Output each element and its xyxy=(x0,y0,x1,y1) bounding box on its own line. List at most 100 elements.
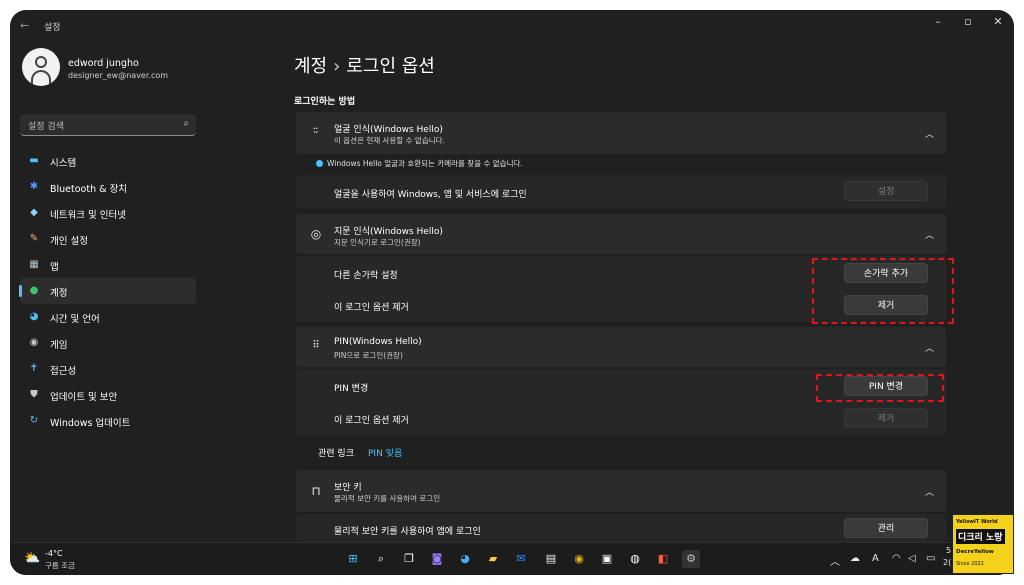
weather-temp: -4°C xyxy=(45,549,63,558)
usb-key-icon: ⊓ xyxy=(311,484,321,498)
watermark-line2: 디크리 노랑 xyxy=(956,529,1005,544)
main-content: 계정 › 로그인 옵션 로그인하는 방법 ᵕ̈ 얼굴 인식(Windows Hell… xyxy=(294,42,954,542)
pin-subtitle: PIN으로 로그인(권장) xyxy=(334,351,403,360)
chevron-up-icon[interactable]: ︿ xyxy=(830,553,840,568)
sidebar-item-label: 접근성 xyxy=(50,366,77,377)
wifi-icon: ◆ xyxy=(30,207,38,218)
sidebar-item[interactable]: ◆ 네트워크 및 인터넷 xyxy=(20,200,196,226)
sidebar-item[interactable]: ▬ 시스템 xyxy=(20,148,196,174)
partly-cloudy-icon: ⛅ xyxy=(24,551,41,566)
sidebar-item-label: 개인 설정 xyxy=(50,236,88,247)
clock-time[interactable]: 5 xyxy=(946,546,951,555)
breadcrumb-parent[interactable]: 계정 xyxy=(294,56,327,77)
edge-icon[interactable]: ◕ xyxy=(456,550,474,568)
volume-icon[interactable]: ◁ xyxy=(908,553,916,564)
pin-row1-label: PIN 변경 xyxy=(334,384,369,394)
forgot-pin-link[interactable]: PIN 잊음 xyxy=(368,449,402,459)
close-icon[interactable]: ✕ xyxy=(986,15,1010,28)
remove-pin-button[interactable]: 제거 xyxy=(844,408,928,428)
back-arrow-icon[interactable]: ← xyxy=(20,19,29,32)
office-icon[interactable]: ◧ xyxy=(654,550,672,568)
search-input[interactable]: 설정 검색 ⌕ xyxy=(20,114,196,136)
sidebar-item-label: 게임 xyxy=(50,340,68,351)
face-subtitle: 이 옵션은 현재 사용할 수 없습니다. xyxy=(334,136,445,145)
smile-face-icon: ᵕ̈ xyxy=(313,126,319,140)
settings-gear-icon[interactable]: ⚙ xyxy=(682,550,700,568)
sidebar-item-label: Bluetooth & 장치 xyxy=(50,184,128,195)
sidebar-item[interactable]: ▦ 앱 xyxy=(20,252,196,278)
breadcrumb-separator: › xyxy=(333,56,341,77)
face-setup-button[interactable]: 설정 xyxy=(844,181,928,201)
mail-icon[interactable]: ✉ xyxy=(512,550,530,568)
bluetooth-icon: ✱ xyxy=(29,181,39,192)
battery-icon[interactable]: ▭ xyxy=(926,553,935,564)
input-language[interactable]: A xyxy=(872,553,879,564)
file-explorer-icon[interactable]: ▰ xyxy=(484,550,502,568)
face-row-label: 얼굴을 사용하여 Windows, 앱 및 서비스에 로그인 xyxy=(334,190,527,200)
watermark-line4: Since 2021 xyxy=(956,561,984,567)
security-key-card[interactable]: ⊓ 보안 키 물리적 보안 키를 사용하여 로그인 ︿ xyxy=(296,470,946,512)
minimize-icon[interactable]: – xyxy=(926,15,950,28)
fingerprint-row1-label: 다른 손가락 설정 xyxy=(334,271,398,281)
face-recognition-card[interactable]: ᵕ̈ 얼굴 인식(Windows Hello) 이 옵션은 현재 사용할 수 없… xyxy=(296,112,946,154)
shield-icon: ⛊ xyxy=(30,389,38,400)
fingerprint-card[interactable]: ◎ 지문 인식(Windows Hello) 지문 인식기로 로그인(권장) ︿ xyxy=(296,214,946,254)
taskbar: ⛅ -4°C 구름 조금 ⊞ ⌕ ❐ ◙ ◕ ▰ ✉ ▤ ◉ ▣ ◍ ◧ ⚙ ︿… xyxy=(10,542,1014,575)
highlight-box xyxy=(812,258,954,324)
chevron-up-icon[interactable]: ︿ xyxy=(925,228,934,241)
fingerprint-row2-label: 이 로그인 옵션 제거 xyxy=(334,303,409,313)
person-icon: ● xyxy=(29,285,39,296)
sidebar-nav: ▬ 시스템 ✱ Bluetooth & 장치 ◆ 네트워크 및 인터넷 ✎ 개인 설정 ▦ 앱 ● 계… xyxy=(19,148,196,434)
store-icon[interactable]: ▣ xyxy=(598,550,616,568)
search-icon: ⌕ xyxy=(183,118,189,129)
sidebar-item[interactable]: ◕ 시간 및 언어 xyxy=(20,304,196,330)
face-title: 얼굴 인식(Windows Hello) xyxy=(334,125,443,135)
sidebar-item-label: 계정 xyxy=(50,288,68,299)
clock-date[interactable]: 2( xyxy=(943,558,951,567)
security-key-subtitle: 물리적 보안 키를 사용하여 로그인 xyxy=(334,494,441,503)
sidebar-item[interactable]: ◉ 게임 xyxy=(20,330,196,356)
page-title: 로그인 옵션 xyxy=(346,56,435,77)
active-indicator xyxy=(19,285,22,297)
calendar-icon[interactable]: ▤ xyxy=(542,550,560,568)
security-key-row-label: 물리적 보안 키를 사용하여 앱에 로그인 xyxy=(334,527,481,537)
sidebar-item[interactable]: ✝ 접근성 xyxy=(20,356,196,382)
pin-card[interactable]: ⠿ PIN(Windows Hello) PIN으로 로그인(권장) ︿ xyxy=(296,327,946,367)
task-view-icon[interactable]: ❐ xyxy=(400,550,418,568)
search-icon[interactable]: ⌕ xyxy=(372,550,390,568)
sidebar-item-label: 앱 xyxy=(50,262,59,273)
chrome-icon[interactable]: ◉ xyxy=(570,550,588,568)
accessibility-icon: ✝ xyxy=(29,363,39,374)
security-key-title: 보안 키 xyxy=(334,483,362,493)
app-icon[interactable]: ◍ xyxy=(626,550,644,568)
profile-email: designer_ew@naver.com xyxy=(68,71,169,80)
sidebar-item-label: 업데이트 및 보안 xyxy=(50,392,118,403)
chat-icon[interactable]: ◙ xyxy=(428,550,446,568)
avatar xyxy=(22,48,60,86)
sidebar-item[interactable]: ⛊ 업데이트 및 보안 xyxy=(20,382,196,408)
chevron-up-icon[interactable]: ︿ xyxy=(925,485,934,498)
gamepad-icon: ◉ xyxy=(29,337,39,348)
sidebar-item-label: 시간 및 언어 xyxy=(50,314,100,325)
sidebar-item[interactable]: ● 계정 xyxy=(19,278,196,304)
pin-title: PIN(Windows Hello) xyxy=(334,337,422,347)
watermark-logo: YellowIT World 디크리 노랑 DecreYellow Since … xyxy=(952,514,1014,574)
restore-icon[interactable]: ▫ xyxy=(956,15,980,28)
sidebar-item[interactable]: ↻ Windows 업데이트 xyxy=(20,408,196,434)
onedrive-cloud-icon[interactable]: ☁ xyxy=(850,553,860,564)
search-placeholder: 설정 검색 xyxy=(28,122,64,132)
wifi-icon[interactable]: ◠ xyxy=(892,553,901,564)
sidebar-item[interactable]: ✎ 개인 설정 xyxy=(20,226,196,252)
globe-clock-icon: ◕ xyxy=(29,311,39,322)
chevron-up-icon[interactable]: ︿ xyxy=(925,341,934,354)
title-bar: ← 설정 – ▫ ✕ xyxy=(10,10,1014,42)
sidebar: edword jungho designer_ew@naver.com 설정 검… xyxy=(10,42,290,542)
apps-icon: ▦ xyxy=(29,259,39,270)
manage-key-button[interactable]: 관리 xyxy=(844,518,928,538)
highlight-box xyxy=(816,374,944,402)
chevron-up-icon[interactable]: ︿ xyxy=(925,127,934,140)
start-icon[interactable]: ⊞ xyxy=(344,550,362,568)
sidebar-item[interactable]: ✱ Bluetooth & 장치 xyxy=(20,174,196,200)
sidebar-item-label: 시스템 xyxy=(50,158,77,169)
brush-icon: ✎ xyxy=(29,233,39,244)
